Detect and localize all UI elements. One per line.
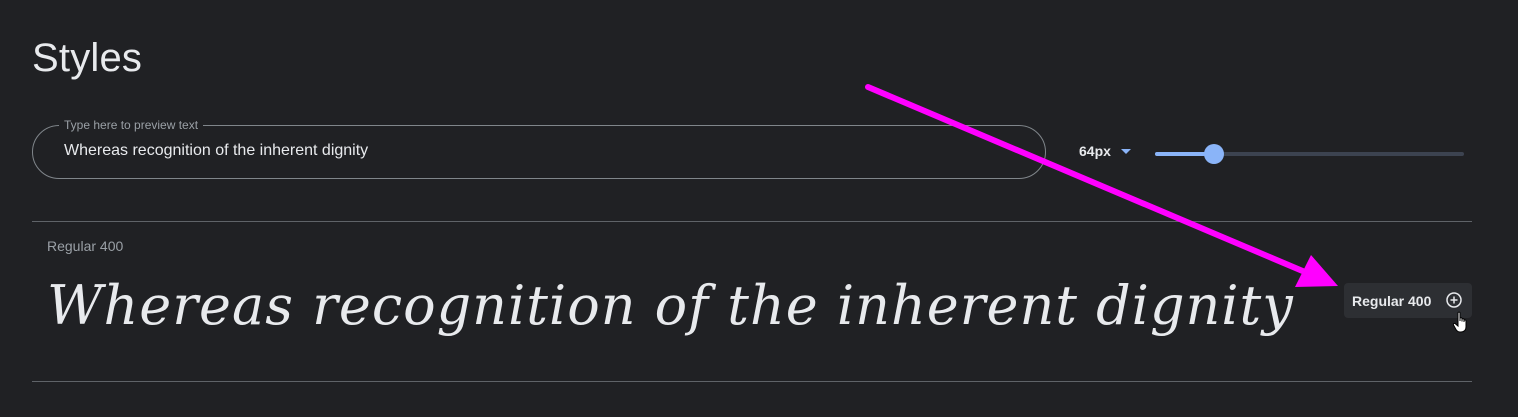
chevron-down-icon: [1120, 148, 1131, 154]
preview-text-field[interactable]: Type here to preview text: [32, 118, 1046, 179]
select-style-label: Regular 400: [1352, 292, 1432, 309]
preview-text-input[interactable]: [64, 142, 964, 160]
page: Styles Type here to preview text 64px Re…: [0, 0, 1518, 417]
font-size-dropdown[interactable]: 64px: [1079, 143, 1131, 159]
preview-field-label: Type here to preview text: [59, 118, 204, 132]
hand-pointer-icon: [1452, 311, 1467, 333]
font-size-value: 64px: [1079, 143, 1111, 159]
divider-bottom: [32, 381, 1472, 382]
style-name-label: Regular 400: [47, 238, 124, 254]
page-title: Styles: [32, 36, 143, 80]
slider-thumb[interactable]: [1204, 144, 1224, 164]
font-sample-preview: Whereas recognition of the inherent dign…: [47, 274, 1294, 337]
plus-circle-icon: [1446, 292, 1462, 308]
font-size-slider[interactable]: [1155, 143, 1464, 164]
annotation-arrow-icon: [865, 84, 1338, 287]
divider-top: [32, 221, 1472, 222]
